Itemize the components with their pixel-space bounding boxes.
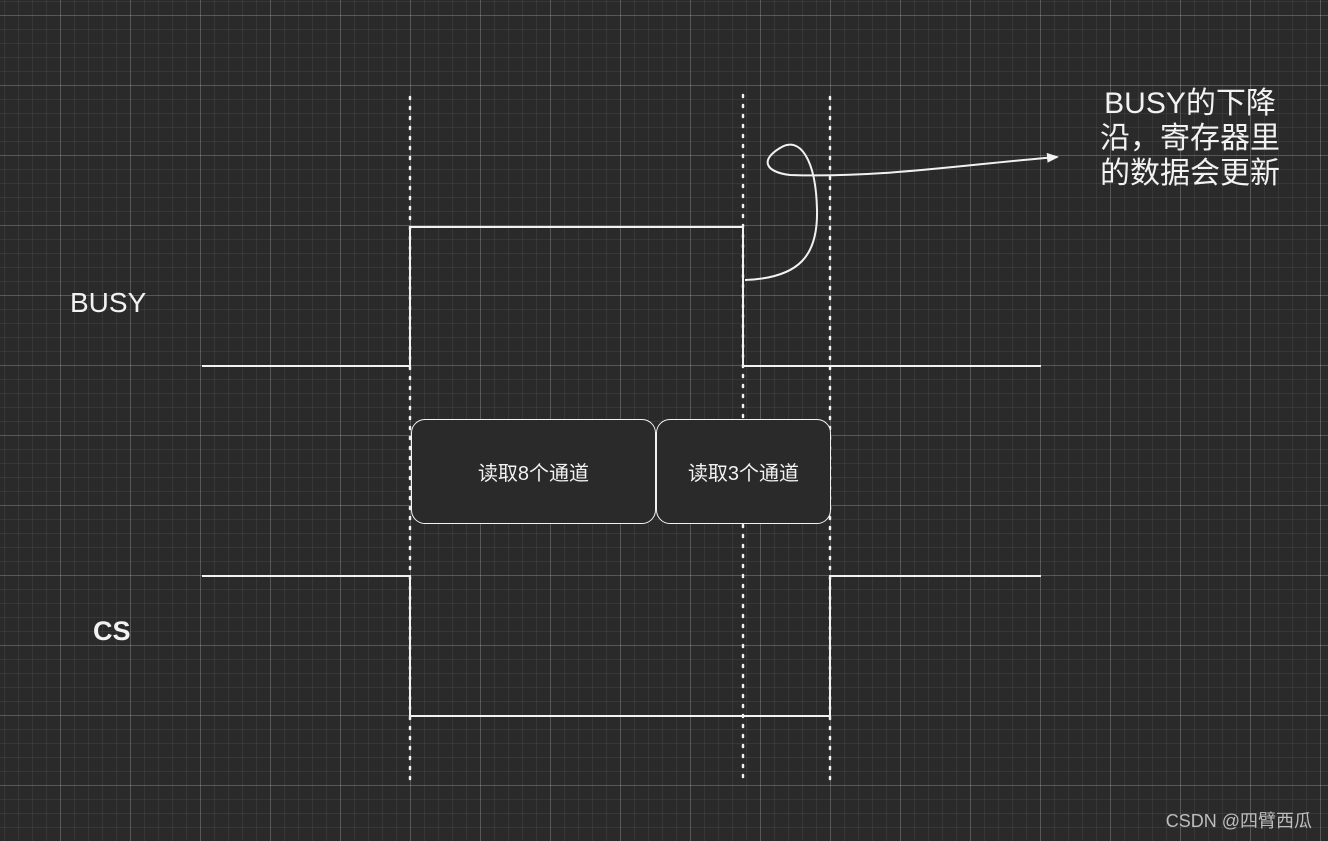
watermark: CSDN @四臂西瓜 [1165,811,1312,831]
read-8-channels-label: 读取8个通道 [477,463,590,485]
busy-waveform [202,226,1041,367]
diagram-canvas: BUSY CS 读取8个通道 读取3个通道 BUSY的下降 沿，寄存器里 的数据… [0,0,1328,841]
annotation-line-2: 沿，寄存器里 [1100,122,1280,155]
read-8-channels-box[interactable]: 读取8个通道 [411,419,656,524]
read-3-channels-label: 读取3个通道 [687,463,800,485]
busy-label: BUSY [70,287,147,318]
annotation-line-3: 的数据会更新 [1100,157,1280,190]
cs-waveform [202,575,1041,717]
annotation-arrow [744,143,1059,281]
read-3-channels-box[interactable]: 读取3个通道 [656,419,831,524]
cs-label: CS [93,616,131,646]
annotation-line-1: BUSY的下降 [1104,87,1276,120]
falling-edge-annotation: BUSY的下降 沿，寄存器里 的数据会更新 [1080,86,1300,191]
